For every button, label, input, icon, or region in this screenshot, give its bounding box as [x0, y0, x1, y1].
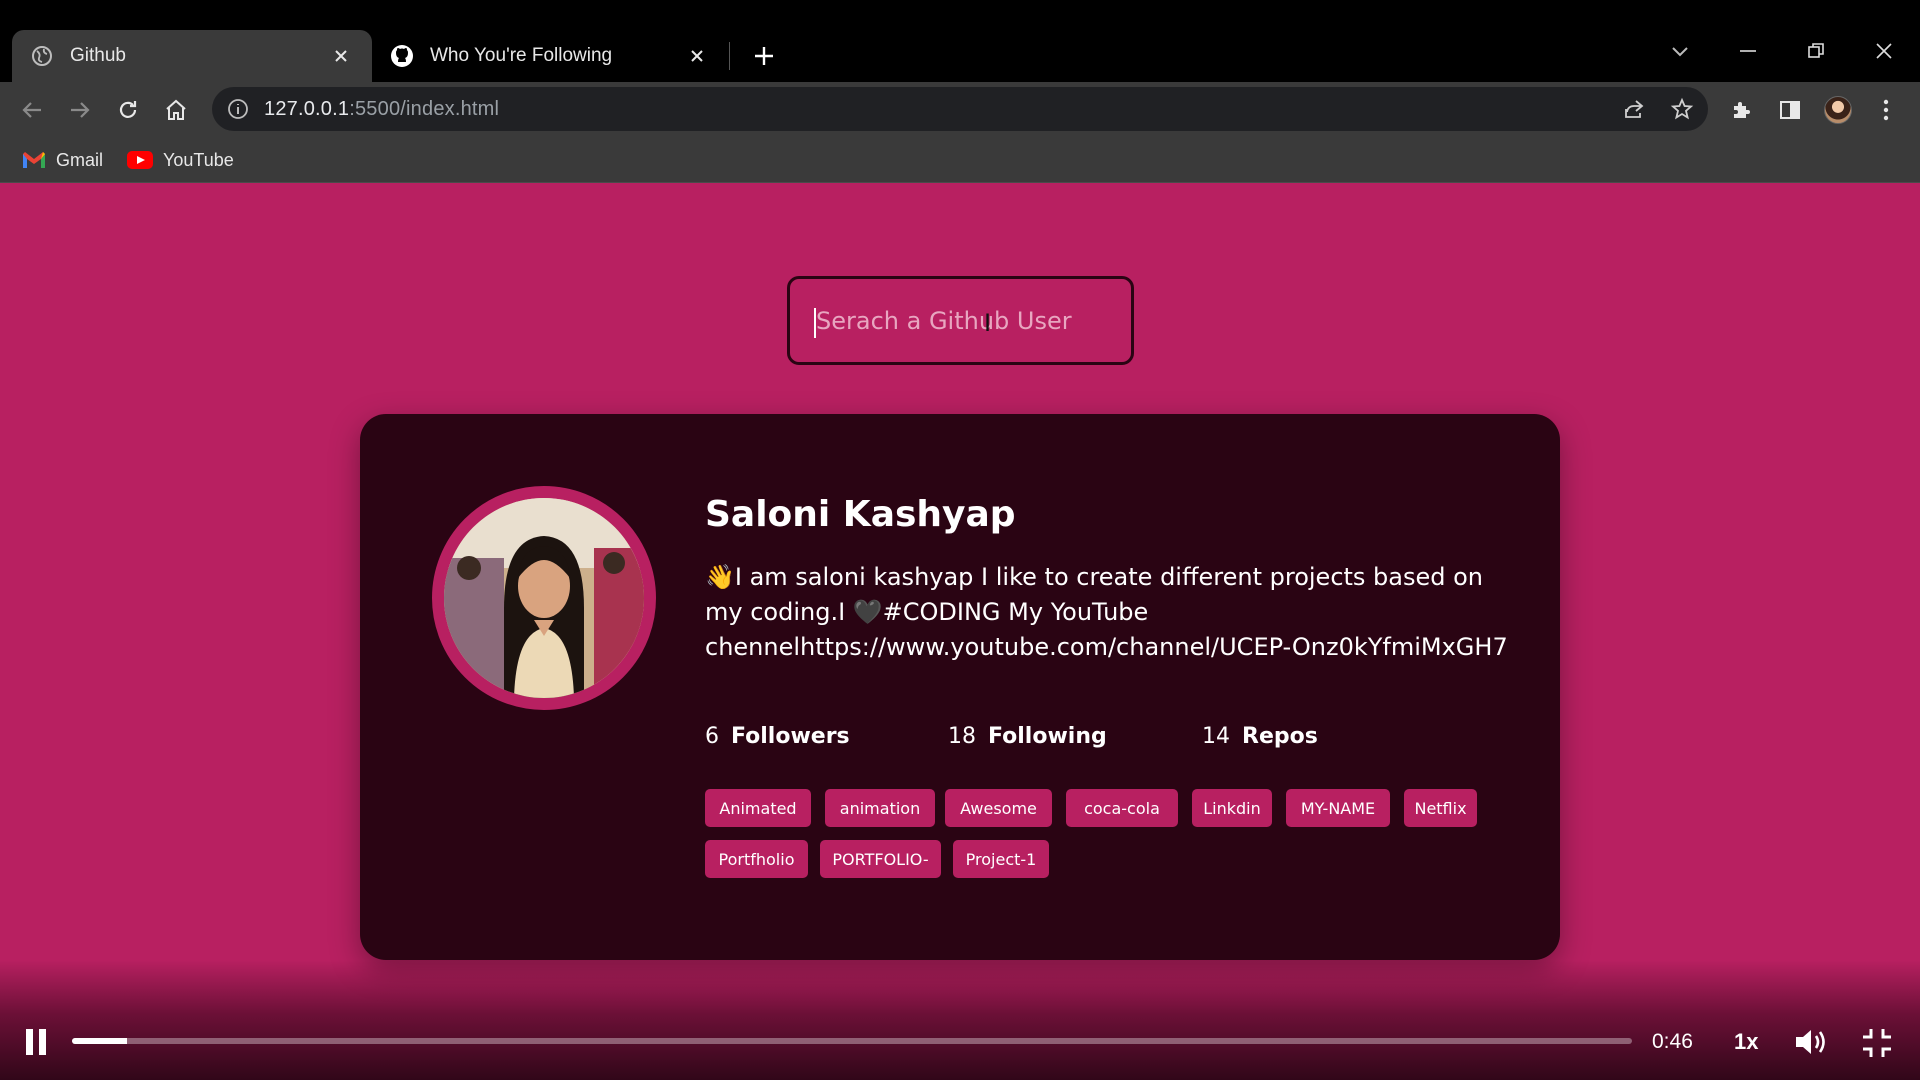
- youtube-icon: [127, 151, 153, 169]
- repos-label: Repos: [1242, 724, 1318, 749]
- followers-stat: 6 Followers: [705, 724, 850, 749]
- repo-tag[interactable]: animation: [825, 789, 935, 827]
- avatar: [432, 486, 656, 710]
- tab-github[interactable]: Github: [12, 30, 372, 82]
- repo-tag[interactable]: coca-cola: [1066, 789, 1178, 827]
- home-icon[interactable]: [160, 94, 192, 126]
- video-time: 0:46: [1652, 1030, 1693, 1053]
- repo-tag[interactable]: Netflix: [1404, 789, 1477, 827]
- repo-tag[interactable]: Portfholio: [705, 840, 808, 878]
- tab-title: Github: [70, 45, 126, 66]
- bookmark-youtube[interactable]: YouTube: [127, 145, 234, 175]
- exit-fullscreen-icon[interactable]: [1860, 1026, 1894, 1060]
- pause-icon[interactable]: [20, 1024, 52, 1060]
- repos-stat: 14 Repos: [1202, 724, 1318, 749]
- share-icon[interactable]: [1620, 95, 1648, 123]
- close-tab-icon[interactable]: [328, 43, 354, 69]
- restore-icon[interactable]: [1794, 34, 1838, 68]
- repo-tag[interactable]: Project-1: [953, 840, 1049, 878]
- url-text: 127.0.0.1:5500/index.html: [264, 97, 500, 120]
- new-tab-icon[interactable]: [748, 40, 780, 72]
- gmail-icon: [23, 152, 45, 168]
- back-icon[interactable]: [16, 94, 48, 126]
- address-bar[interactable]: 127.0.0.1:5500/index.html: [212, 87, 1708, 131]
- reload-icon[interactable]: [112, 94, 144, 126]
- bookmark-label: Gmail: [56, 149, 104, 170]
- volume-icon[interactable]: [1792, 1024, 1828, 1060]
- forward-icon[interactable]: [64, 94, 96, 126]
- repo-tag[interactable]: MY-NAME: [1286, 789, 1390, 827]
- minimize-icon[interactable]: [1726, 34, 1770, 68]
- search-input[interactable]: [816, 306, 1096, 335]
- close-tab-icon[interactable]: [684, 43, 710, 69]
- video-progress-bar[interactable]: [72, 1038, 1632, 1044]
- profile-avatar[interactable]: [1822, 94, 1854, 126]
- repo-tag[interactable]: Linkdin: [1192, 789, 1272, 827]
- text-cursor-icon: I: [984, 309, 992, 337]
- tab-separator: [729, 42, 730, 70]
- tab-title: Who You're Following: [430, 45, 613, 66]
- github-icon: [390, 44, 414, 68]
- tab-who-youre-following[interactable]: Who You're Following: [372, 30, 728, 82]
- menu-kebab-icon[interactable]: [1870, 94, 1902, 126]
- bookmark-star-icon[interactable]: [1668, 95, 1696, 123]
- following-label: Following: [988, 724, 1107, 749]
- page-content: I Saloni Kashyap 👋I am saloni kashyap I …: [0, 183, 1920, 1080]
- bookmark-gmail[interactable]: Gmail: [22, 145, 103, 175]
- close-window-icon[interactable]: [1862, 34, 1906, 68]
- profile-card: Saloni Kashyap 👋I am saloni kashyap I li…: [360, 414, 1560, 960]
- extensions-icon[interactable]: [1726, 94, 1758, 126]
- bookmarks-bar: Gmail YouTube: [0, 137, 1920, 183]
- globe-icon: [30, 44, 54, 68]
- side-panel-icon[interactable]: [1774, 94, 1806, 126]
- tab-bar: Github Who You're Following: [0, 0, 1920, 82]
- profile-name: Saloni Kashyap: [705, 494, 1016, 535]
- repo-tag[interactable]: Awesome: [945, 789, 1052, 827]
- following-count: 18: [948, 724, 976, 749]
- repos-count: 14: [1202, 724, 1230, 749]
- following-stat: 18 Following: [948, 724, 1107, 749]
- video-progress-fill: [72, 1038, 127, 1044]
- tab-search-chevron-icon[interactable]: [1658, 34, 1702, 68]
- text-caret: [814, 308, 816, 338]
- site-info-icon[interactable]: [226, 97, 250, 121]
- profile-stats: 6 Followers 18 Following 14 Repos: [705, 724, 1505, 756]
- browser-toolbar: 127.0.0.1:5500/index.html: [0, 82, 1920, 137]
- bookmark-label: YouTube: [163, 149, 234, 170]
- followers-label: Followers: [731, 724, 850, 749]
- video-controls-overlay: [0, 960, 1920, 1080]
- playback-speed-button[interactable]: 1x: [1734, 1029, 1758, 1055]
- search-box[interactable]: I: [787, 276, 1134, 365]
- profile-bio: 👋I am saloni kashyap I like to create di…: [705, 563, 1508, 661]
- followers-count: 6: [705, 724, 719, 749]
- repo-tag[interactable]: PORTFOLIO-: [820, 840, 941, 878]
- repo-tag[interactable]: Animated: [705, 789, 811, 827]
